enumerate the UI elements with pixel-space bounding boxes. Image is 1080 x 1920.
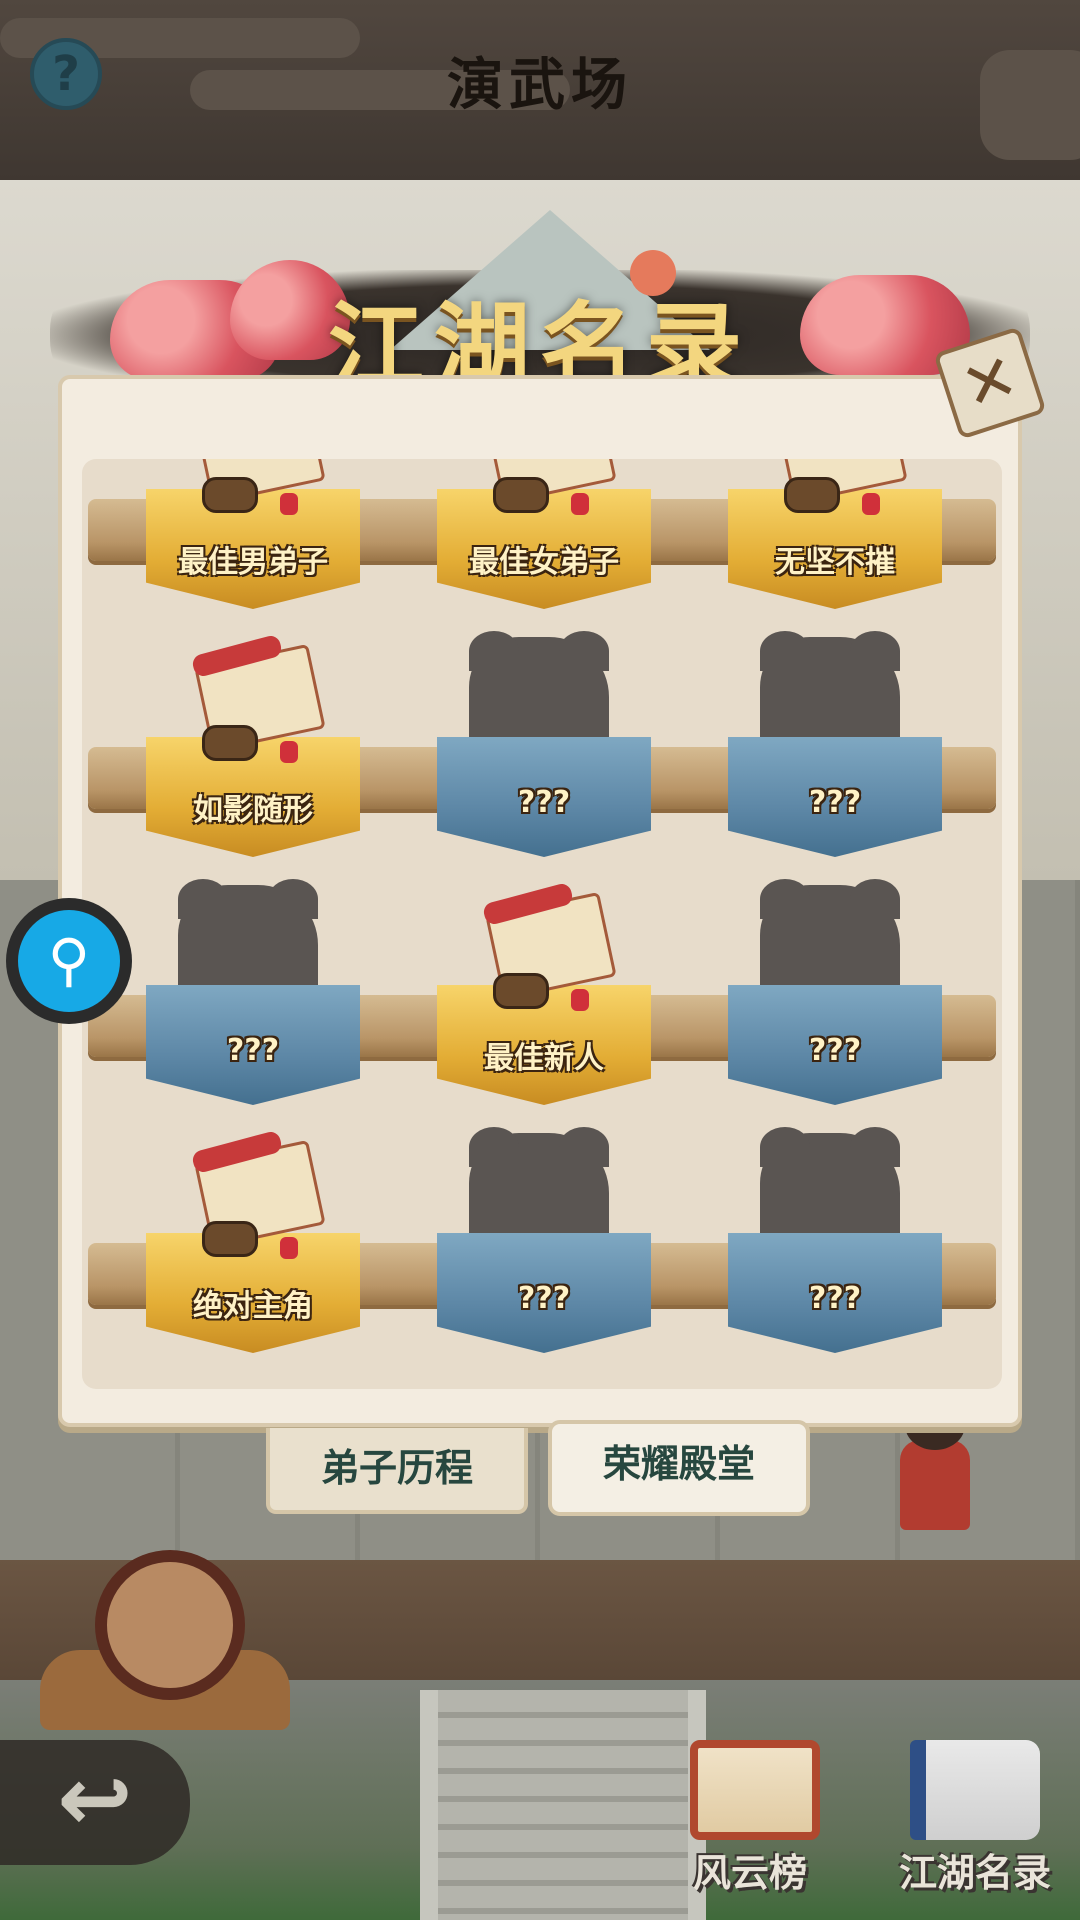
scroll-icon — [473, 881, 623, 1013]
achievement-banner: ??? — [437, 737, 651, 857]
scroll-board-icon — [690, 1740, 820, 1840]
achievement-panel: 最佳男弟子 最佳女弟子 无坚不摧 如影随形????????? 最佳新人??? 绝对主角??… — [58, 375, 1022, 1427]
achievement-slot-unlocked[interactable]: 无坚不摧 — [720, 459, 950, 639]
achievement-slot-unlocked[interactable]: 绝对主角 — [138, 1129, 368, 1383]
achievement-label: ??? — [808, 1281, 862, 1316]
cloud-decoration — [980, 50, 1080, 160]
achievement-slot-locked[interactable]: ??? — [720, 1127, 950, 1383]
achievement-banner: ??? — [728, 737, 942, 857]
page-title: 演武场 — [447, 52, 633, 118]
achievement-label: ??? — [517, 785, 571, 820]
shelf-row: 绝对主角?????? — [82, 1127, 1002, 1383]
achievement-label: ??? — [808, 785, 862, 820]
disciple-character — [880, 1400, 990, 1530]
search-button[interactable]: ⚲ — [6, 898, 132, 1024]
nav-label: 江湖名录 — [898, 1850, 1051, 1895]
achievement-label: ??? — [808, 1033, 862, 1068]
achievement-slot-unlocked[interactable]: 如影随形 — [138, 633, 368, 887]
shelf-row: 如影随形?????? — [82, 631, 1002, 887]
achievement-slot-locked[interactable]: ??? — [720, 631, 950, 887]
achievement-label: 最佳男弟子 — [178, 545, 328, 580]
search-icon: ⚲ — [18, 910, 120, 1012]
achievement-label: 无坚不摧 — [775, 545, 895, 580]
achievement-slot-locked[interactable]: ??? — [429, 631, 659, 887]
achievement-slot-locked[interactable]: ??? — [720, 879, 950, 1135]
achievement-grid[interactable]: 最佳男弟子 最佳女弟子 无坚不摧 如影随形????????? 最佳新人??? 绝对主角??… — [82, 459, 1002, 1389]
achievement-label: 最佳女弟子 — [469, 545, 619, 580]
achievement-label: 如影随形 — [193, 793, 313, 828]
scroll-icon — [182, 459, 332, 517]
shelf-row: 最佳男弟子 最佳女弟子 无坚不摧 — [82, 459, 1002, 639]
nav-item-ranking[interactable]: 风云榜 — [650, 1730, 850, 1910]
achievement-slot-locked[interactable]: ??? — [138, 879, 368, 1135]
back-button[interactable]: ↩ — [0, 1740, 190, 1865]
tab-disciple-history[interactable]: 弟子历程 — [266, 1428, 528, 1514]
achievement-banner: ??? — [728, 1233, 942, 1353]
achievement-label: ??? — [226, 1033, 280, 1068]
achievement-label: 最佳新人 — [484, 1041, 604, 1076]
scroll-icon — [182, 633, 332, 765]
drum-decoration — [40, 1550, 290, 1730]
scroll-icon — [473, 459, 623, 517]
tab-hall-of-glory[interactable]: 荣耀殿堂 — [548, 1420, 810, 1516]
book-icon — [910, 1740, 1040, 1840]
achievement-slot-unlocked[interactable]: 最佳男弟子 — [138, 459, 368, 639]
achievement-slot-unlocked[interactable]: 最佳新人 — [429, 881, 659, 1135]
achievement-banner: ??? — [728, 985, 942, 1105]
achievement-slot-unlocked[interactable]: 最佳女弟子 — [429, 459, 659, 639]
achievement-banner: ??? — [437, 1233, 651, 1353]
achievement-banner: ??? — [146, 985, 360, 1105]
shelf-row: ??? 最佳新人??? — [82, 879, 1002, 1135]
nav-label: 风云榜 — [692, 1850, 807, 1895]
scroll-icon — [182, 1129, 332, 1261]
scroll-icon — [764, 459, 914, 517]
nav-item-jianghu-records[interactable]: 江湖名录 — [870, 1730, 1070, 1910]
achievement-label: ??? — [517, 1281, 571, 1316]
help-button[interactable]: ? — [30, 38, 102, 110]
achievement-slot-locked[interactable]: ??? — [429, 1127, 659, 1383]
achievement-label: 绝对主角 — [193, 1289, 313, 1324]
